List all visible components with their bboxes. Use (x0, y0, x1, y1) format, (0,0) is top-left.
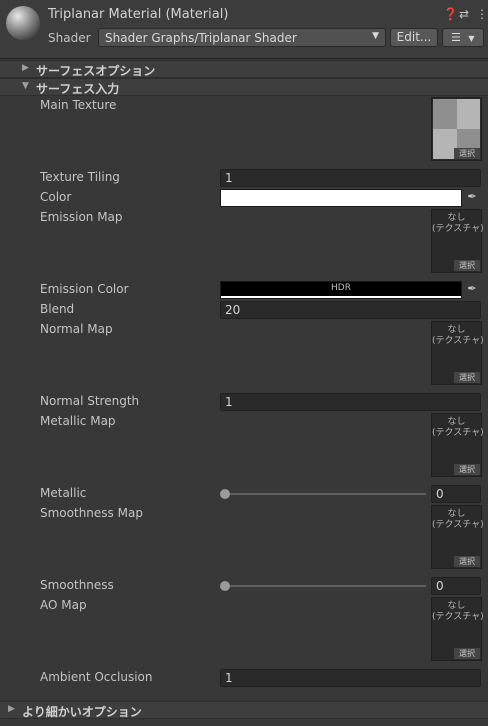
smoothness-slider-track[interactable] (224, 585, 426, 587)
shader-dropdown[interactable]: Shader Graphs/Triplanar Shader ▼ (98, 28, 386, 47)
shader-dropdown-value: Shader Graphs/Triplanar Shader (105, 31, 297, 45)
texture-none-label: なし (テクスチャ) (432, 601, 484, 622)
emission-color-label: Emission Color (40, 282, 129, 296)
foldout-advanced-options[interactable]: ▶ より細かいオプション (0, 701, 488, 719)
texture-none-label: なし (テクスチャ) (432, 213, 484, 234)
hdr-badge: HDR (331, 283, 351, 293)
triangle-right-icon: ▶ (8, 704, 15, 714)
select-texture-button[interactable]: 選択 (454, 464, 480, 475)
texture-none-label: なし (テクスチャ) (432, 509, 484, 530)
metallic-field[interactable]: 0 (431, 485, 481, 503)
preset-icon[interactable]: ⇄ (459, 7, 469, 21)
foldout-label: サーフェス入力 (36, 82, 120, 96)
ambient-occlusion-field[interactable]: 1 (220, 669, 481, 687)
select-texture-button[interactable]: 選択 (454, 648, 480, 659)
list-dropdown-button[interactable]: ☰ ▼ (442, 28, 484, 47)
texture-none-label: なし (テクスチャ) (432, 417, 484, 438)
help-icon[interactable]: ❓ (443, 7, 458, 21)
foldout-surface-options[interactable]: ▶ サーフェスオプション (0, 60, 488, 78)
color-label: Color (40, 190, 72, 204)
material-sphere-icon (6, 6, 40, 40)
select-texture-button[interactable]: 選択 (454, 260, 480, 271)
normal-strength-field[interactable]: 1 (220, 393, 481, 411)
normal-strength-label: Normal Strength (40, 394, 140, 408)
shader-label: Shader (48, 31, 91, 45)
smoothness-map-label: Smoothness Map (40, 506, 143, 520)
ao-map-slot[interactable]: なし (テクスチャ) 選択 (431, 597, 484, 661)
hdr-intensity-bar (221, 296, 461, 298)
blend-label: Blend (40, 302, 75, 316)
chevron-down-icon: ▼ (468, 34, 475, 43)
eyedropper-icon[interactable]: ✒ (464, 190, 480, 206)
triangle-down-icon: ▼ (22, 81, 29, 91)
triangle-right-icon: ▶ (22, 63, 29, 73)
main-texture-slot[interactable]: 選択 (431, 97, 482, 161)
metallic-slider-handle[interactable] (220, 489, 230, 499)
select-texture-button[interactable]: 選択 (454, 148, 480, 159)
material-header: Triplanar Material (Material) ❓ ⇄ ⋮ Shad… (0, 0, 488, 59)
color-swatch[interactable] (220, 189, 462, 207)
smoothness-slider-handle[interactable] (220, 581, 230, 591)
texture-tiling-label: Texture Tiling (40, 170, 120, 184)
metallic-label: Metallic (40, 486, 87, 500)
material-title: Triplanar Material (Material) (48, 7, 229, 22)
eyedropper-icon[interactable]: ✒ (464, 282, 480, 298)
emission-map-label: Emission Map (40, 210, 123, 224)
metallic-map-slot[interactable]: なし (テクスチャ) 選択 (431, 413, 484, 477)
normal-map-slot[interactable]: なし (テクスチャ) 選択 (431, 321, 484, 385)
foldout-label: より細かいオプション (22, 705, 142, 719)
normal-map-label: Normal Map (40, 322, 113, 336)
edit-shader-button[interactable]: Edit... (390, 28, 438, 47)
texture-none-label: なし (テクスチャ) (432, 325, 484, 346)
metallic-slider-track[interactable] (224, 493, 426, 495)
kebab-menu-icon[interactable]: ⋮ (476, 7, 488, 21)
foldout-surface-inputs[interactable]: ▼ サーフェス入力 (0, 78, 488, 96)
smoothness-map-slot[interactable]: なし (テクスチャ) 選択 (431, 505, 484, 569)
select-texture-button[interactable]: 選択 (454, 556, 480, 567)
blend-field[interactable]: 20 (220, 301, 481, 319)
chevron-down-icon: ▼ (372, 31, 379, 41)
select-texture-button[interactable]: 選択 (454, 372, 480, 383)
ao-map-label: AO Map (40, 598, 87, 612)
emission-color-swatch[interactable]: HDR (220, 281, 462, 299)
emission-map-slot[interactable]: なし (テクスチャ) 選択 (431, 209, 484, 273)
metallic-map-label: Metallic Map (40, 414, 116, 428)
list-icon: ☰ (451, 31, 461, 44)
main-texture-label: Main Texture (40, 98, 117, 112)
smoothness-label: Smoothness (40, 578, 114, 592)
ambient-occlusion-label: Ambient Occlusion (40, 670, 153, 684)
smoothness-field[interactable]: 0 (431, 577, 481, 595)
foldout-label: サーフェスオプション (36, 64, 156, 78)
texture-tiling-field[interactable]: 1 (220, 169, 481, 187)
